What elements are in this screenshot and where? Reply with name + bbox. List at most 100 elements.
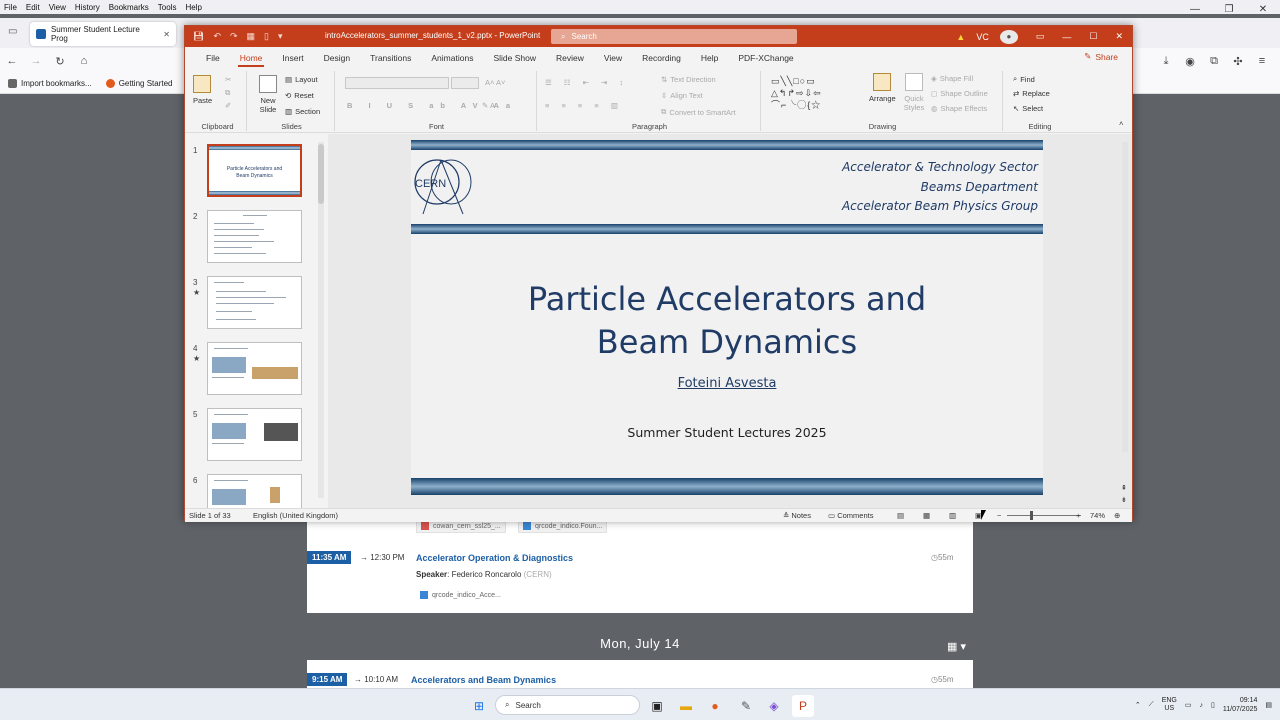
slide-thumbnail[interactable]: [207, 342, 302, 395]
menu-tools[interactable]: Tools: [158, 3, 177, 12]
tab-recording[interactable]: Recording: [632, 47, 691, 69]
calendar-icon[interactable]: ▦ ▾: [947, 640, 966, 653]
font-color-icons[interactable]: ✎ A: [482, 101, 495, 110]
tab-help[interactable]: Help: [691, 47, 728, 69]
reading-view-icon[interactable]: ▥: [949, 511, 956, 520]
shape-outline-button[interactable]: ◻ Shape Outline: [931, 89, 988, 98]
talk-title[interactable]: Accelerators and Beam Dynamics: [411, 675, 556, 685]
undo-icon[interactable]: ↶: [213, 31, 221, 42]
reset-button[interactable]: ⟲ Reset: [285, 91, 314, 100]
clock[interactable]: 09:14 11/07/2025: [1223, 696, 1258, 714]
forward-icon[interactable]: →: [24, 49, 48, 73]
paste-button[interactable]: Paste: [193, 75, 212, 105]
chevron-up-icon[interactable]: ⌃: [1135, 701, 1141, 709]
language-indicator[interactable]: ENG US: [1162, 697, 1177, 713]
font-size-select[interactable]: [451, 77, 479, 89]
firefox-icon[interactable]: ●: [704, 695, 726, 717]
tab-list-icon[interactable]: ▭: [8, 26, 17, 37]
slide-event[interactable]: Summer Student Lectures 2025: [411, 425, 1043, 440]
battery-icon[interactable]: ▯: [1211, 701, 1215, 709]
font-family-select[interactable]: [345, 77, 449, 89]
pen-app-icon[interactable]: ✎: [735, 695, 757, 717]
replace-button[interactable]: ⇄ Replace: [1013, 89, 1050, 98]
tab-animations[interactable]: Animations: [421, 47, 483, 69]
copy-icon[interactable]: ⧉: [225, 88, 230, 98]
notes-button[interactable]: ≙ Notes: [783, 511, 811, 520]
zoom-slider[interactable]: [1007, 515, 1081, 516]
user-initials[interactable]: VC: [974, 32, 991, 42]
attachment-chip[interactable]: qrcode_indico_Acce...: [416, 589, 505, 601]
powerpoint-icon[interactable]: P: [792, 695, 814, 717]
slide-author[interactable]: Foteini Asvesta: [411, 376, 1043, 391]
shape-effects-button[interactable]: ◍ Shape Effects: [931, 104, 987, 113]
menu-edit[interactable]: Edit: [26, 3, 40, 12]
zoom-level[interactable]: 74%: [1090, 511, 1105, 520]
normal-view-icon[interactable]: ▤: [897, 511, 904, 520]
new-slide-button[interactable]: New Slide: [255, 75, 281, 114]
tab-review[interactable]: Review: [546, 47, 594, 69]
minimize-icon[interactable]: —: [1053, 32, 1080, 42]
zoom-in-icon[interactable]: +: [1076, 511, 1080, 520]
list-buttons[interactable]: ☰ ☷ ⇤ ⇥ ↕: [545, 78, 628, 87]
notification-icon[interactable]: ▤: [1265, 701, 1272, 709]
extensions-icon[interactable]: ⧉: [1202, 49, 1226, 73]
arrange-button[interactable]: Arrange: [869, 73, 896, 103]
cut-icon[interactable]: ✂: [225, 75, 231, 84]
tab-view[interactable]: View: [594, 47, 632, 69]
share-button[interactable]: ✎ Share: [1084, 51, 1118, 62]
puzzle-icon[interactable]: ✣: [1226, 49, 1250, 73]
browser-minimize-icon[interactable]: —: [1178, 0, 1212, 18]
app-icon[interactable]: ◈: [763, 695, 785, 717]
slide-scrollbar[interactable]: ⇞ ⇟: [1120, 134, 1130, 508]
zoom-slider-handle[interactable]: [1030, 511, 1033, 520]
tab-home[interactable]: Home: [230, 47, 273, 69]
slide-thumbnail[interactable]: Particle Accelerators and Beam Dynamics: [207, 144, 302, 197]
slide-thumbnail[interactable]: [207, 408, 302, 461]
bookmark-getting-started[interactable]: Getting Started: [105, 79, 173, 88]
maximize-icon[interactable]: ☐: [1080, 31, 1106, 42]
taskbar-search[interactable]: ⌕ Search: [495, 695, 640, 715]
tab-design[interactable]: Design: [314, 47, 360, 69]
menu-history[interactable]: History: [75, 3, 100, 12]
avatar[interactable]: ●: [991, 29, 1027, 44]
network-icon[interactable]: ⟋: [1149, 701, 1154, 709]
collapse-ribbon-icon[interactable]: ˄: [1119, 119, 1123, 128]
next-slide-icon[interactable]: ⇟: [1121, 496, 1127, 504]
tab-pdf-xchange[interactable]: PDF-XChange: [728, 47, 803, 69]
text-direction-button[interactable]: ⇅ Text Direction: [661, 75, 716, 84]
tab-file[interactable]: File: [196, 47, 230, 69]
format-painter-icon[interactable]: ✐: [225, 101, 231, 110]
slide-thumbnail[interactable]: [207, 474, 302, 508]
volume-icon[interactable]: ♪: [1200, 702, 1204, 709]
prev-slide-icon[interactable]: ⇞: [1121, 484, 1127, 492]
tab-slide-show[interactable]: Slide Show: [483, 47, 546, 69]
slide-title[interactable]: Particle Accelerators and Beam Dynamics: [411, 278, 1043, 364]
browser-tab[interactable]: Summer Student Lecture Prog ✕: [30, 22, 176, 46]
find-button[interactable]: ⌕ Find: [1013, 74, 1035, 84]
layout-button[interactable]: ▤ Layout: [285, 75, 318, 84]
menu-view[interactable]: View: [49, 3, 66, 12]
ribbon-display-icon[interactable]: ▭: [1027, 31, 1054, 42]
select-button[interactable]: ↖ Select: [1013, 104, 1043, 113]
comments-button[interactable]: ▭ Comments: [828, 511, 873, 520]
app-menu-icon[interactable]: ≡: [1250, 49, 1274, 73]
task-view-icon[interactable]: ▣: [646, 695, 668, 717]
menu-bookmarks[interactable]: Bookmarks: [109, 3, 149, 12]
zoom-out-icon[interactable]: −: [997, 511, 1001, 520]
save-icon[interactable]: 💾︎: [193, 31, 204, 42]
align-text-button[interactable]: ⇳ Align Text: [661, 91, 703, 100]
shape-fill-button[interactable]: ◈ Shape Fill: [931, 74, 973, 83]
ppt-search-box[interactable]: ⌕ Search: [551, 29, 797, 44]
downloads-icon[interactable]: ⤓: [1154, 49, 1178, 73]
language-status[interactable]: English (United Kingdom): [253, 511, 338, 520]
slide-thumbnail[interactable]: [207, 210, 302, 263]
section-button[interactable]: ▥ Section: [285, 107, 320, 116]
redo-icon[interactable]: ↷: [230, 31, 238, 42]
slide-thumbnail[interactable]: [207, 276, 302, 329]
start-icon[interactable]: ⊞: [468, 695, 490, 717]
home-icon[interactable]: ⌂: [72, 49, 96, 73]
close-icon[interactable]: ✕: [1106, 31, 1132, 42]
talk-title[interactable]: Accelerator Operation & Diagnostics: [416, 553, 573, 563]
quick-styles-button[interactable]: Quick Styles: [901, 73, 927, 112]
current-slide[interactable]: CERN Accelerator & Technology Sector Bea…: [411, 140, 1043, 495]
